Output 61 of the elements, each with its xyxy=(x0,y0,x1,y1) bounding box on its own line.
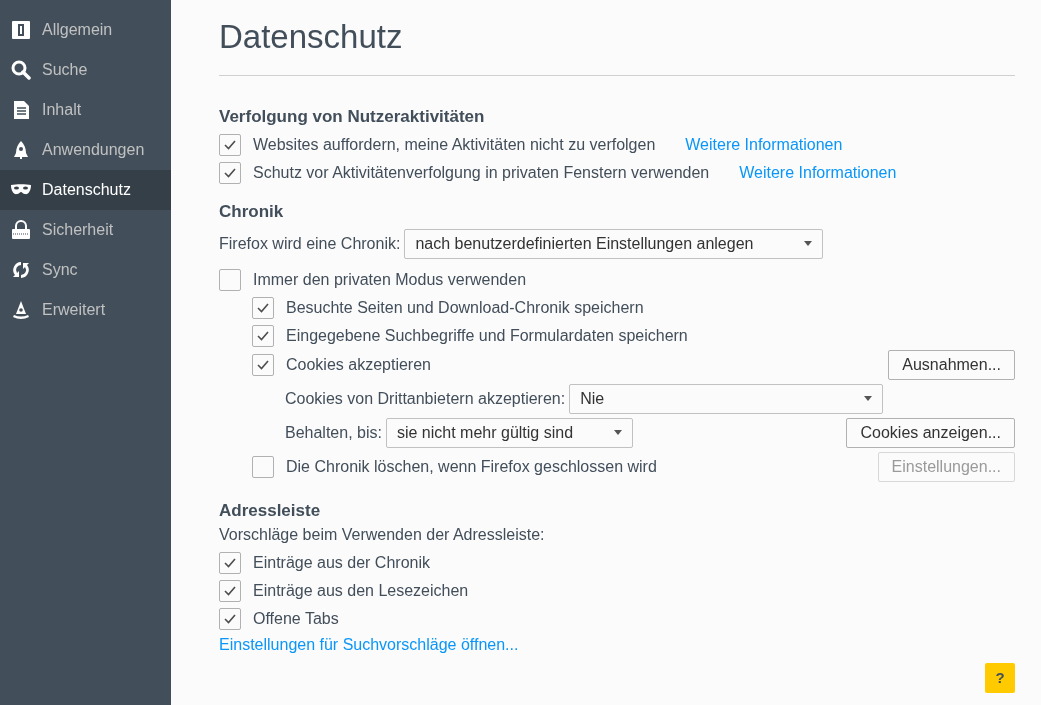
dropdown[interactable]: sie nicht mehr gültig sind xyxy=(385,417,633,448)
caret-icon xyxy=(864,396,873,401)
sidebar-item[interactable]: Erweitert xyxy=(0,290,171,330)
page-title: Datenschutz xyxy=(219,0,1015,76)
checkbox-label: Websites auffordern, meine Aktivitäten nicht zu verfolgen xyxy=(253,135,656,155)
check-icon xyxy=(257,302,269,313)
check-icon xyxy=(224,140,236,150)
dropdown[interactable]: Nie xyxy=(569,383,884,414)
field-label: Cookies von Drittanbietern akzeptieren: xyxy=(285,388,566,409)
help-button[interactable]: ? xyxy=(985,663,1015,693)
check-icon xyxy=(224,558,236,568)
caret-icon xyxy=(613,430,622,435)
link[interactable]: Weitere Informationen xyxy=(685,133,843,157)
sidebar-item[interactable]: Datenschutz xyxy=(0,170,171,210)
subtitle: Vorschläge beim Verwenden der Adressleiste: xyxy=(219,525,546,545)
check-icon xyxy=(257,330,269,341)
sidebar-item[interactable]: Sync xyxy=(0,250,171,290)
checkbox[interactable] xyxy=(219,162,241,184)
checkbox[interactable] xyxy=(219,608,241,630)
checkbox[interactable] xyxy=(219,268,241,291)
sidebar-item[interactable]: Anwendungen xyxy=(0,130,171,170)
sidebar-item[interactable]: Suche xyxy=(0,50,171,90)
checkbox-label: Eingegebene Suchbegriffe und Formulardaten speichern xyxy=(286,325,688,346)
checkbox-label: Einträge aus den Lesezeichen xyxy=(253,581,469,601)
caret-icon xyxy=(804,241,813,246)
checkbox-label: Immer den privaten Modus verwenden xyxy=(253,269,527,290)
sidebar-icon xyxy=(10,300,32,320)
checkbox-label: Einträge aus der Chronik xyxy=(253,553,430,573)
checkbox[interactable] xyxy=(219,580,241,602)
checkbox[interactable] xyxy=(219,552,241,574)
sidebar-icon xyxy=(10,260,32,280)
section-heading: Adressleiste xyxy=(219,499,322,522)
check-icon xyxy=(224,586,236,596)
check-icon xyxy=(257,359,269,370)
checkbox-label: Schutz vor Aktivitätenverfolgung in privaten Fenstern verwenden xyxy=(253,163,710,183)
dropdown[interactable]: nach benutzerdefinierten Einstellungen anlegen xyxy=(404,228,824,259)
checkbox[interactable] xyxy=(219,134,241,156)
section-heading: Verfolgung von Nutzeraktivitäten xyxy=(219,105,486,128)
sidebar-item[interactable]: Inhalt xyxy=(0,90,171,130)
sidebar-icon xyxy=(10,220,32,240)
check-icon xyxy=(224,168,236,178)
checkbox[interactable] xyxy=(252,353,274,376)
field-label: Behalten, bis: xyxy=(285,422,382,443)
sidebar-icon xyxy=(10,60,32,80)
section-heading: Chronik xyxy=(219,201,285,223)
checkbox[interactable] xyxy=(252,296,274,319)
checkbox[interactable] xyxy=(252,324,274,347)
checkbox-label: Die Chronik löschen, wenn Firefox geschlossen wird xyxy=(286,456,657,477)
link[interactable]: Weitere Informationen xyxy=(739,161,897,185)
link[interactable]: Einstellungen für Suchvorschläge öffnen... xyxy=(219,633,519,657)
checkbox-label: Offene Tabs xyxy=(253,609,339,629)
field-label: Firefox wird eine Chronik: xyxy=(219,233,401,254)
checkbox-label: Cookies akzeptieren xyxy=(286,354,431,375)
sidebar-item[interactable]: Allgemein xyxy=(0,10,171,50)
checkbox-label: Besuchte Seiten und Download-Chronik speichern xyxy=(286,297,644,318)
sidebar-item[interactable]: Sicherheit xyxy=(0,210,171,250)
button[interactable]: Ausnahmen... xyxy=(888,349,1015,380)
check-icon xyxy=(224,614,236,624)
sidebar-icon xyxy=(10,20,32,40)
checkbox[interactable] xyxy=(252,455,274,478)
button[interactable]: Cookies anzeigen... xyxy=(846,417,1015,448)
